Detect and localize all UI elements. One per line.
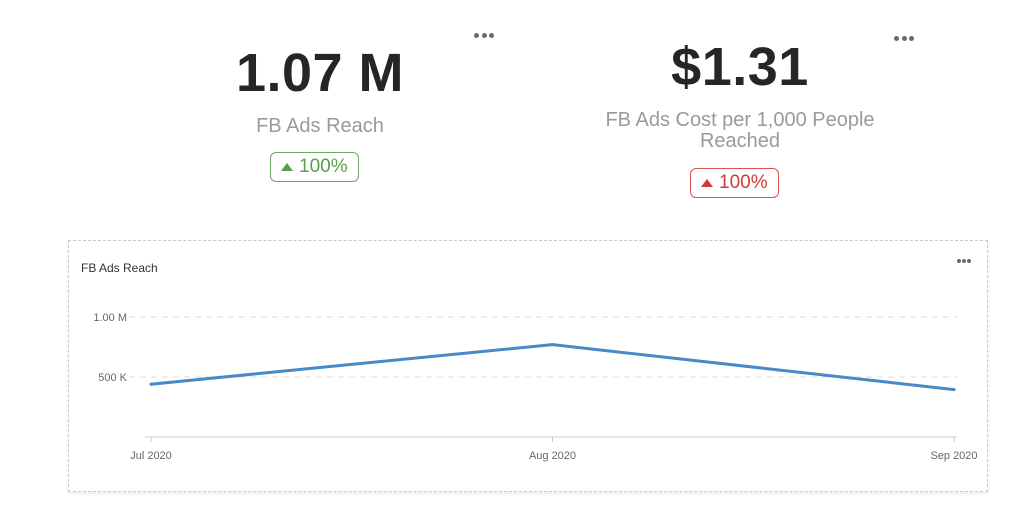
kpi-card-cost-per-1000: $1.31 FB Ads Cost per 1,000 People Reach…	[560, 0, 920, 225]
x-tick-label: Jul 2020	[130, 450, 172, 462]
kpi-card-reach: 1.07 M FB Ads Reach 100%	[140, 0, 500, 225]
triangle-up-icon	[701, 179, 713, 187]
kpi-label: FB Ads Cost per 1,000 People Reached	[605, 109, 875, 152]
data-point	[551, 343, 554, 347]
series-line	[149, 343, 956, 392]
y-tick-label: 500 K	[98, 372, 127, 384]
triangle-up-icon	[281, 163, 293, 171]
change-badge: 100%	[690, 168, 779, 198]
change-value: 100%	[299, 156, 348, 177]
y-tick-label: 1.00 M	[93, 312, 127, 324]
x-tick-label: Sep 2020	[930, 450, 977, 462]
data-point	[149, 382, 153, 386]
kpi-value: $1.31	[671, 37, 809, 97]
kpi-value: 1.07 M	[235, 43, 405, 103]
change-value: 100%	[719, 172, 768, 193]
data-point	[952, 388, 956, 392]
line-chart: 500 K 1.00 M Jul 2020 Aug 2020 Sep 2020	[93, 312, 977, 462]
chart-card-reach: FB Ads Reach 500 K 1.00 M Jul 2020 Aug 2020…	[68, 240, 988, 492]
x-tick-label: Aug 2020	[529, 450, 576, 462]
kpi-label: FB Ads Reach	[256, 115, 384, 137]
more-options-icon[interactable]	[472, 29, 496, 41]
change-badge: 100%	[270, 152, 359, 182]
